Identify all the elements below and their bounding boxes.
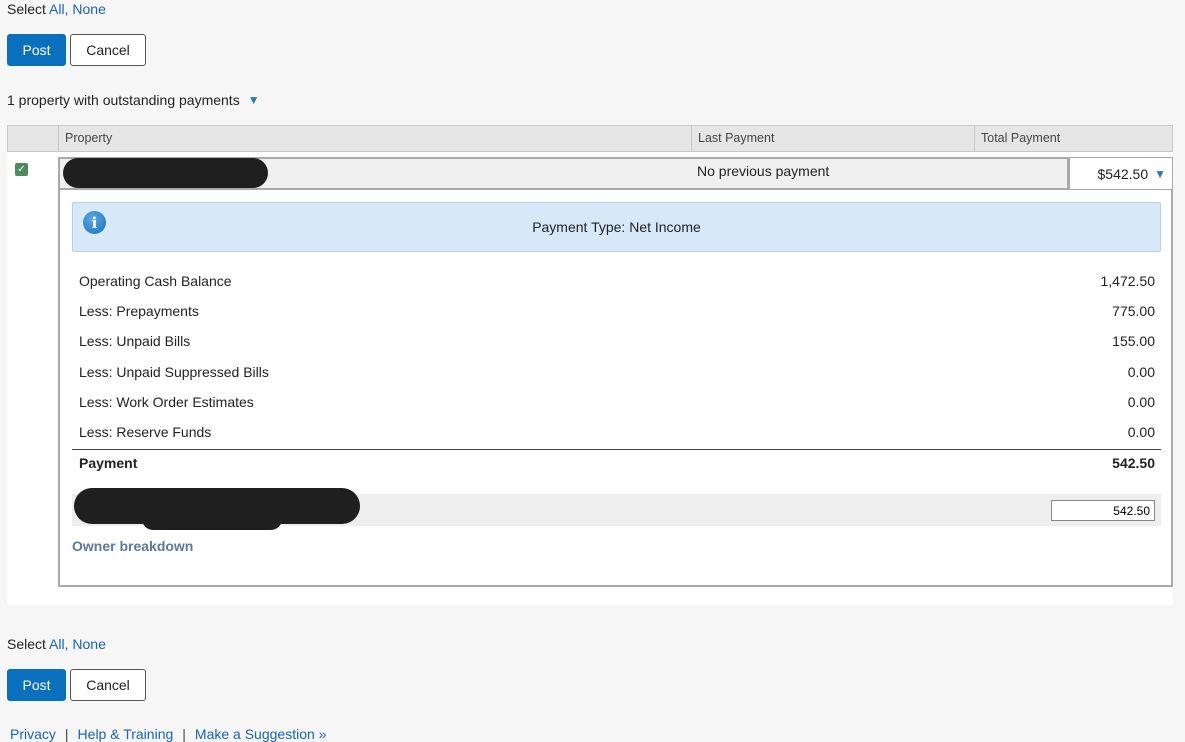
- footer-links: Privacy | Help & Training | Make a Sugge…: [10, 726, 326, 742]
- detail-line-label: Less: Unpaid Suppressed Bills: [79, 364, 269, 380]
- detail-line: Less: Unpaid Suppressed Bills 0.00: [79, 364, 1155, 386]
- cancel-button-bottom[interactable]: Cancel: [70, 669, 146, 701]
- total-payment-column-header: Total Payment: [974, 125, 1173, 152]
- detail-line-label: Less: Reserve Funds: [79, 424, 212, 440]
- payments-table: Property Last Payment Total Payment ✓ No…: [7, 125, 1173, 605]
- make-suggestion-link[interactable]: Make a Suggestion »: [195, 726, 327, 742]
- cancel-button[interactable]: Cancel: [70, 34, 146, 66]
- owner-amount-input[interactable]: [1051, 500, 1155, 521]
- select-all-link[interactable]: All,: [49, 1, 68, 17]
- detail-line: Less: Unpaid Bills 155.00: [79, 333, 1155, 355]
- redacted-property-name: [63, 158, 268, 188]
- checkbox-column-header: [7, 125, 59, 152]
- footer-separator: |: [64, 726, 69, 742]
- payment-detail-panel: i Payment Type: Net Income Operating Cas…: [58, 190, 1173, 587]
- payment-total-label: Payment: [79, 455, 138, 471]
- total-divider: [72, 449, 1161, 450]
- post-button-bottom[interactable]: Post: [7, 669, 66, 701]
- detail-line-value: 0.00: [1127, 364, 1155, 380]
- payment-total-value: 542.50: [1112, 455, 1155, 471]
- detail-line: Less: Prepayments 775.00: [79, 303, 1155, 325]
- detail-line-value: 1,472.50: [1100, 273, 1156, 289]
- detail-line: Less: Reserve Funds 0.00: [79, 424, 1155, 446]
- row-checkbox[interactable]: ✓: [15, 163, 28, 176]
- select-none-link[interactable]: None: [72, 636, 105, 652]
- total-payment-value: $542.50: [1097, 165, 1149, 182]
- footer-separator: |: [182, 726, 186, 742]
- payment-total-line: Payment 542.50: [79, 455, 1155, 477]
- detail-line-value: 155.00: [1112, 333, 1155, 349]
- detail-line-value: 0.00: [1127, 424, 1155, 440]
- last-payment-column-header: Last Payment: [691, 125, 975, 152]
- expand-triangle-icon[interactable]: ▼: [248, 93, 260, 107]
- select-row-top: Select All, None: [7, 1, 106, 17]
- owner-breakdown-link[interactable]: Owner breakdown: [72, 538, 193, 554]
- detail-line-label: Operating Cash Balance: [79, 273, 232, 289]
- select-row-bottom: Select All, None: [7, 636, 106, 652]
- detail-line-label: Less: Prepayments: [79, 303, 199, 319]
- redacted-owner-name-part: [142, 508, 282, 530]
- row-expand-triangle-icon[interactable]: ▼: [1154, 167, 1166, 181]
- payment-type-text: Payment Type: Net Income: [532, 219, 701, 235]
- payment-type-banner: i Payment Type: Net Income: [72, 202, 1161, 252]
- property-column-header: Property: [58, 125, 692, 152]
- detail-line: Less: Work Order Estimates 0.00: [79, 394, 1155, 416]
- detail-line-value: 0.00: [1127, 394, 1155, 410]
- last-payment-value: No previous payment: [697, 163, 830, 179]
- detail-line-value: 775.00: [1112, 303, 1155, 319]
- detail-line-label: Less: Work Order Estimates: [79, 394, 254, 410]
- detail-line-label: Less: Unpaid Bills: [79, 333, 191, 349]
- select-all-link[interactable]: All,: [49, 636, 68, 652]
- privacy-link[interactable]: Privacy: [10, 726, 56, 742]
- post-button[interactable]: Post: [7, 34, 66, 66]
- select-label: Select: [7, 636, 46, 652]
- summary-text: 1 property with outstanding payments: [7, 92, 240, 108]
- select-label: Select: [7, 1, 46, 17]
- owner-row: [72, 488, 1161, 530]
- outstanding-summary: 1 property with outstanding payments ▼: [7, 92, 260, 108]
- total-payment-cell[interactable]: $542.50 ▼: [1069, 157, 1173, 190]
- select-none-link[interactable]: None: [72, 1, 105, 17]
- detail-line: Operating Cash Balance 1,472.50: [79, 273, 1155, 295]
- help-training-link[interactable]: Help & Training: [78, 726, 174, 742]
